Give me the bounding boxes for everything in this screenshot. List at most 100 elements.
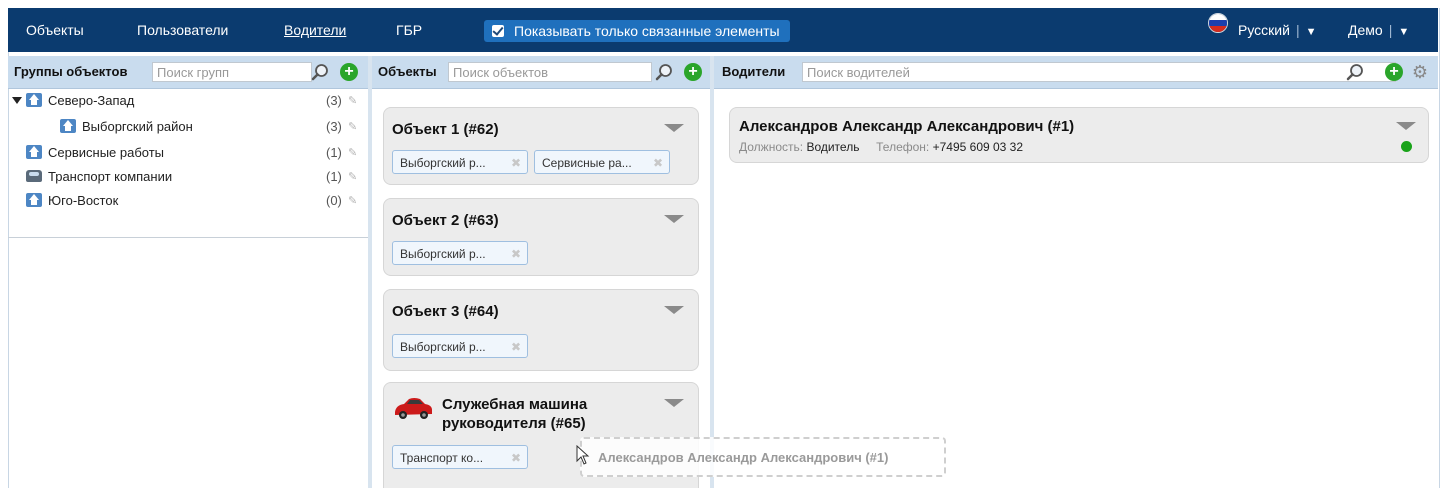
driver-name: Александров Александр Александрович (#1) xyxy=(739,118,1075,135)
group-tag[interactable]: Выборгский р... ✖ xyxy=(392,241,528,265)
tree-item-count: (1) xyxy=(326,169,342,184)
car-icon xyxy=(26,170,42,182)
group-tag[interactable]: Сервисные ра... ✖ xyxy=(534,150,670,174)
drivers-search-input[interactable] xyxy=(802,62,1396,82)
chevron-down-icon: ▼ xyxy=(1398,26,1410,38)
pencil-icon[interactable]: ✎ xyxy=(348,194,357,207)
nav-drivers[interactable]: Водители xyxy=(284,8,346,52)
gear-icon[interactable]: ⚙ xyxy=(1411,63,1429,81)
search-icon[interactable] xyxy=(311,63,329,81)
linked-only-toggle[interactable]: Показывать только связанные элементы xyxy=(484,20,790,42)
driver-phone: +7495 609 03 32 xyxy=(932,140,1024,154)
remove-tag-icon[interactable]: ✖ xyxy=(511,335,521,357)
remove-tag-icon[interactable]: ✖ xyxy=(511,151,521,173)
object-card[interactable]: Объект 1 (#62) Выборгский р... ✖ Сервисны… xyxy=(383,107,699,185)
groups-panel-header: Группы объектов + xyxy=(8,56,368,89)
tree-item-count: (1) xyxy=(326,145,342,160)
language-dropdown[interactable]: Русский | ▼ xyxy=(1238,8,1316,52)
position-label: Должность: xyxy=(739,140,804,154)
separator: | xyxy=(1295,22,1300,38)
panel-divider xyxy=(368,56,372,488)
panel-divider xyxy=(710,56,714,488)
tree-item-service[interactable]: Сервисные работы xyxy=(26,143,164,163)
remove-tag-icon[interactable]: ✖ xyxy=(511,242,521,264)
tree-item-transport[interactable]: Транспорт компании xyxy=(26,167,172,187)
groups-search-input[interactable] xyxy=(152,62,312,82)
user-label: Демо xyxy=(1348,22,1383,38)
tree-item-label: Северо-Запад xyxy=(48,93,135,108)
chevron-down-icon: ▼ xyxy=(1305,26,1317,38)
linked-only-label: Показывать только связанные элементы xyxy=(514,23,780,39)
pencil-icon[interactable]: ✎ xyxy=(348,120,357,133)
user-dropdown[interactable]: Демо | ▼ xyxy=(1348,8,1409,52)
nav-gbr[interactable]: ГБР xyxy=(396,8,422,52)
checkbox-checked-icon[interactable] xyxy=(492,25,504,37)
tree-item-label: Сервисные работы xyxy=(48,145,165,160)
tree-item-south-east[interactable]: Юго-Восток xyxy=(26,191,118,211)
driver-card[interactable]: Александров Александр Александрович (#1)… xyxy=(729,107,1429,163)
tree-item-count: (3) xyxy=(326,93,342,108)
tree-item-vyborgsky[interactable]: Выборгский район xyxy=(60,117,193,137)
objects-panel-header: Объекты + xyxy=(372,56,710,89)
tag-label: Транспорт ко... xyxy=(400,451,484,465)
tag-label: Сервисные ра... xyxy=(542,156,632,170)
object-title: Объект 2 (#63) xyxy=(392,212,499,229)
driver-position: Водитель xyxy=(806,140,860,154)
house-icon xyxy=(26,145,42,159)
object-title: Объект 3 (#64) xyxy=(392,303,499,320)
add-driver-button[interactable]: + xyxy=(1385,63,1403,81)
object-title: Объект 1 (#62) xyxy=(392,121,499,138)
search-icon[interactable] xyxy=(655,63,673,81)
nav-objects[interactable]: Объекты xyxy=(26,8,84,52)
mouse-cursor-icon xyxy=(576,445,590,465)
russian-flag-icon xyxy=(1208,13,1228,33)
add-group-button[interactable]: + xyxy=(340,63,358,81)
group-tag[interactable]: Транспорт ко... ✖ xyxy=(392,445,528,469)
tree-item-count: (0) xyxy=(326,193,342,208)
pencil-icon[interactable]: ✎ xyxy=(348,146,357,159)
pencil-icon[interactable]: ✎ xyxy=(348,170,357,183)
object-card[interactable]: Объект 3 (#64) Выборгский р... ✖ xyxy=(383,289,699,371)
expand-triangle-icon[interactable] xyxy=(12,97,22,104)
pencil-icon[interactable]: ✎ xyxy=(348,94,357,107)
groups-tree: Северо-Запад (3) ✎ Выборгский район (3) … xyxy=(8,89,368,238)
house-icon xyxy=(26,93,42,107)
tree-item-label: Выборгский район xyxy=(82,119,193,134)
object-title-line: Служебная машина xyxy=(442,396,588,413)
nav-users[interactable]: Пользователи xyxy=(137,8,228,52)
card-menu-triangle-icon[interactable] xyxy=(664,215,684,223)
object-card[interactable]: Объект 2 (#63) Выборгский р... ✖ xyxy=(383,198,699,276)
separator: | xyxy=(1388,22,1393,38)
drag-ghost-label: Александров Александр Александрович (#1) xyxy=(598,450,889,465)
house-icon xyxy=(60,119,76,133)
search-icon[interactable] xyxy=(1346,63,1364,81)
tag-label: Выборгский р... xyxy=(400,247,486,261)
group-tag[interactable]: Выборгский р... ✖ xyxy=(392,334,528,358)
driver-info: Должность: Водитель Телефон: +7495 609 0… xyxy=(739,140,1023,154)
online-status-dot xyxy=(1401,141,1412,152)
remove-tag-icon[interactable]: ✖ xyxy=(653,151,663,173)
tag-label: Выборгский р... xyxy=(400,340,486,354)
tree-item-label: Юго-Восток xyxy=(48,193,119,208)
tree-item-label: Транспорт компании xyxy=(48,169,173,184)
tree-item-north-west[interactable]: Северо-Запад xyxy=(12,91,134,111)
tree-item-count: (3) xyxy=(326,119,342,134)
red-car-icon xyxy=(395,398,432,419)
objects-search-input[interactable] xyxy=(448,62,652,82)
group-tag[interactable]: Выборгский р... ✖ xyxy=(392,150,528,174)
house-icon xyxy=(26,193,42,207)
card-menu-triangle-icon[interactable] xyxy=(1396,122,1416,130)
tag-label: Выборгский р... xyxy=(400,156,486,170)
objects-panel-title: Объекты xyxy=(378,64,437,79)
phone-label: Телефон: xyxy=(876,140,930,154)
drivers-panel-header: Водители + ⚙ xyxy=(714,56,1438,89)
drag-ghost: Александров Александр Александрович (#1) xyxy=(580,437,946,477)
add-object-button[interactable]: + xyxy=(684,63,702,81)
card-menu-triangle-icon[interactable] xyxy=(664,306,684,314)
language-label: Русский xyxy=(1238,22,1290,38)
drivers-panel-title: Водители xyxy=(722,64,786,79)
remove-tag-icon[interactable]: ✖ xyxy=(511,446,521,468)
card-menu-triangle-icon[interactable] xyxy=(664,399,684,407)
groups-panel-title: Группы объектов xyxy=(14,64,128,79)
card-menu-triangle-icon[interactable] xyxy=(664,124,684,132)
